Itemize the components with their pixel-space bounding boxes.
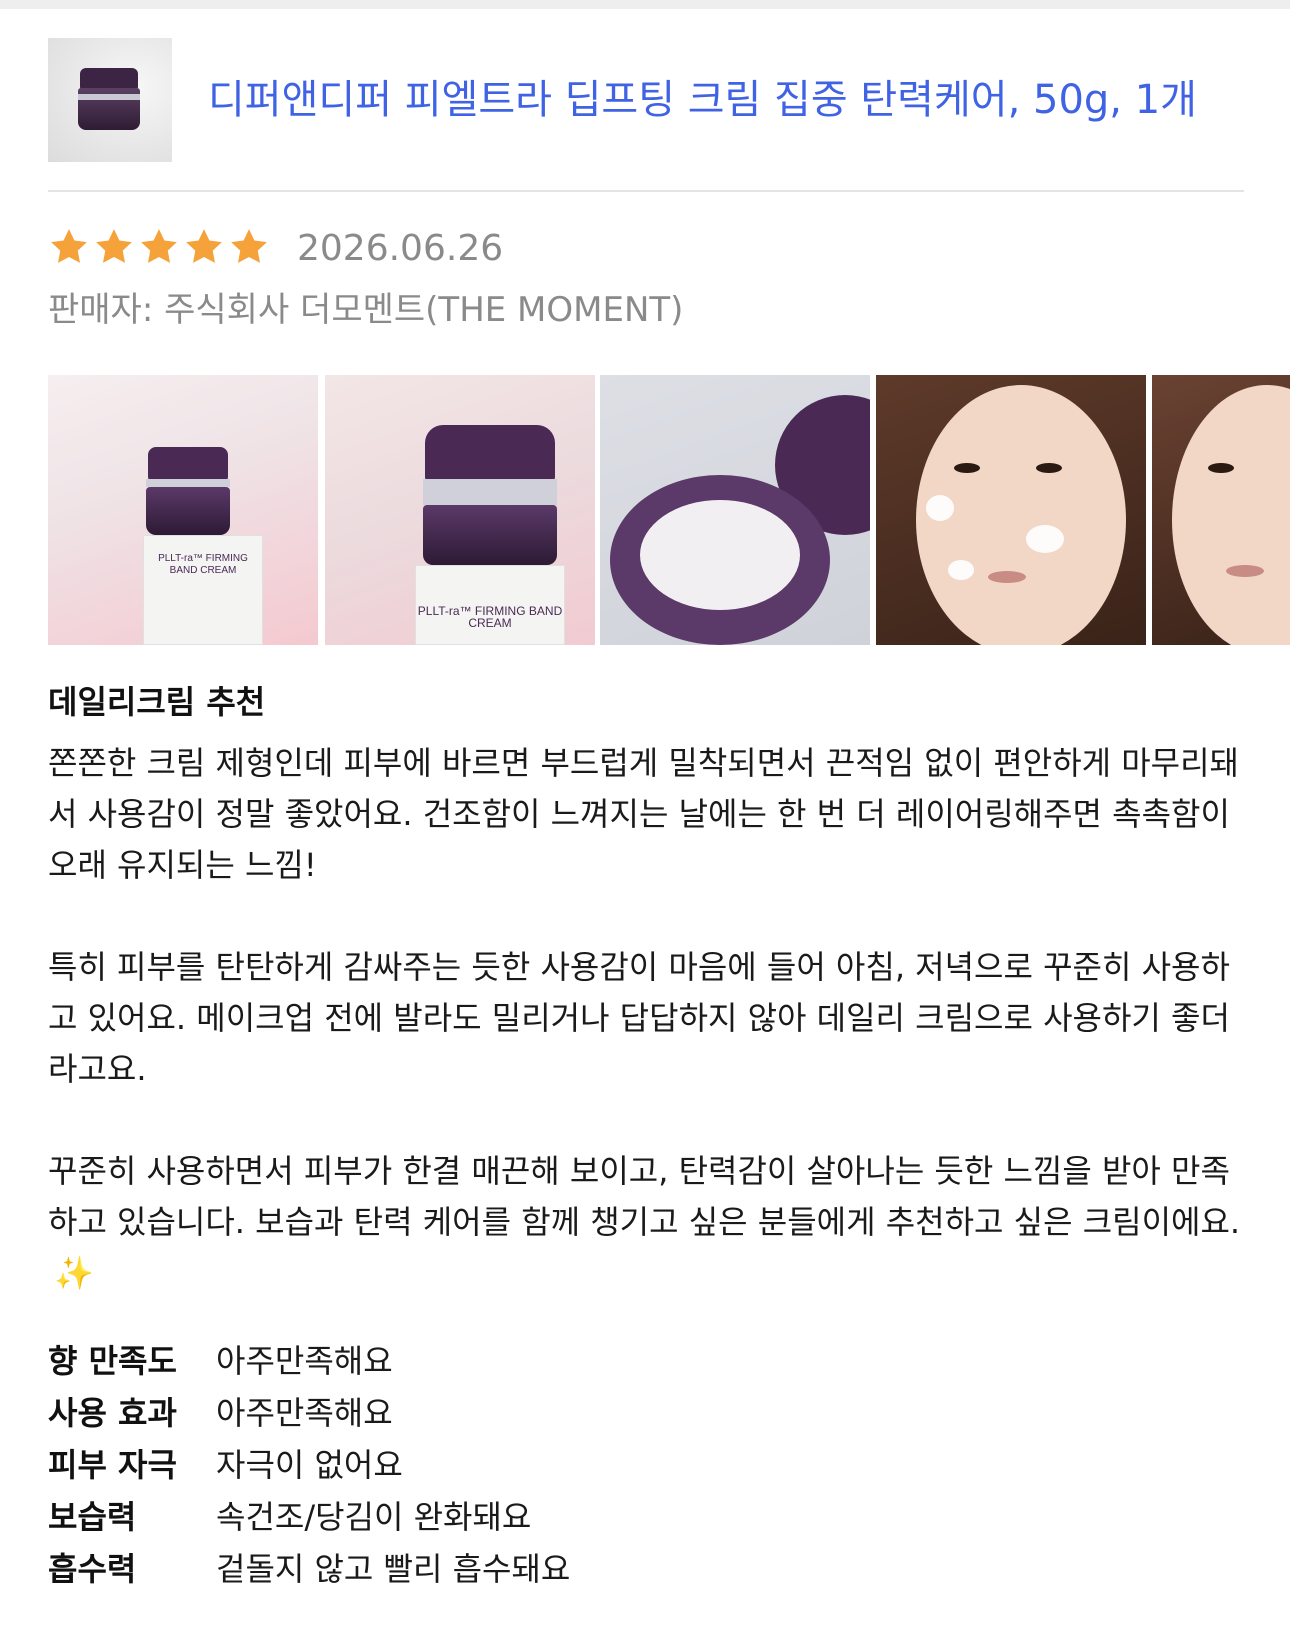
jar-body-shape — [146, 487, 230, 535]
cream-shape — [926, 495, 954, 521]
star-rating — [48, 226, 270, 272]
eye-shape — [1036, 463, 1062, 473]
review-photo-5[interactable] — [1152, 375, 1290, 645]
survey-row: 향 만족도 아주만족해요 — [48, 1333, 1244, 1385]
review-photo-1[interactable]: PLLT-ra™ FIRMING BAND CREAM — [48, 375, 318, 645]
review-photo-2[interactable]: PLLT-ra™ FIRMING BAND CREAM — [325, 375, 595, 645]
survey-list: 향 만족도 아주만족해요 사용 효과 아주만족해요 피부 자극 자극이 없어요 … — [48, 1333, 1244, 1593]
review-photo-4[interactable] — [876, 375, 1146, 645]
survey-row: 흡수력 겉돌지 않고 빨리 흡수돼요 — [48, 1541, 1244, 1593]
survey-answer: 아주만족해요 — [216, 1394, 393, 1432]
review-paragraph-text: 꾸준히 사용하면서 피부가 한결 매끈해 보이고, 탄력감이 살아나는 듯한 느… — [48, 1152, 1241, 1241]
review-date: 2026.06.26 — [297, 228, 504, 269]
survey-question: 흡수력 — [48, 1550, 137, 1588]
eye-shape — [954, 463, 980, 473]
star-icon — [93, 226, 135, 268]
survey-answer: 자극이 없어요 — [216, 1446, 403, 1484]
jar-band-shape — [78, 94, 140, 100]
jar-lid-shape — [148, 447, 228, 481]
survey-row: 보습력 속건조/당김이 완화돼요 — [48, 1489, 1244, 1541]
star-icon — [138, 226, 180, 268]
review-headline: 데일리크림 추천 — [48, 683, 266, 721]
survey-answer: 아주만족해요 — [216, 1342, 393, 1380]
star-icon — [183, 226, 225, 268]
review-photo-3[interactable] — [600, 375, 870, 645]
product-box-shape — [143, 535, 263, 645]
sparkle-icon: ✨ — [54, 1254, 94, 1292]
product-title-link[interactable]: 디퍼앤디퍼 피엘트라 딥프팅 크림 집중 탄력케어, 50g, 1개 — [208, 70, 1258, 130]
survey-answer: 겉돌지 않고 빨리 흡수돼요 — [216, 1550, 571, 1588]
product-thumbnail[interactable] — [48, 38, 172, 162]
seller-label: 판매자: — [48, 290, 154, 330]
survey-answer: 속건조/당김이 완화돼요 — [216, 1498, 532, 1536]
face-shape — [1172, 385, 1290, 645]
star-icon — [48, 226, 90, 268]
product-box-label: PLLT-ra™ FIRMING BAND CREAM — [417, 604, 563, 630]
star-icon — [228, 226, 270, 268]
jar-lid-shape — [425, 425, 555, 483]
cream-shape — [948, 560, 974, 580]
review-paragraph: 쫀쫀한 크림 제형인데 피부에 바르면 부드럽게 밀착되면서 끈적임 없이 편안… — [48, 744, 1240, 884]
cream-shape — [1026, 525, 1064, 553]
survey-question: 피부 자극 — [48, 1446, 177, 1484]
survey-row: 피부 자극 자극이 없어요 — [48, 1437, 1244, 1489]
survey-question: 사용 효과 — [48, 1394, 177, 1432]
lips-shape — [988, 571, 1026, 583]
product-box-label: PLLT-ra™ FIRMING BAND CREAM — [158, 553, 248, 576]
jar-band-shape — [423, 479, 557, 505]
survey-question: 보습력 — [48, 1498, 137, 1536]
jar-band-shape — [146, 479, 230, 487]
survey-question: 향 만족도 — [48, 1342, 177, 1380]
review-paragraph: 꾸준히 사용하면서 피부가 한결 매끈해 보이고, 탄력감이 살아나는 듯한 느… — [48, 1146, 1244, 1299]
survey-row: 사용 효과 아주만족해요 — [48, 1385, 1244, 1437]
eye-shape — [1208, 463, 1234, 473]
divider — [48, 190, 1244, 192]
review-paragraph: 특히 피부를 탄탄하게 감싸주는 듯한 사용감이 마음에 들어 아침, 저녁으로… — [48, 948, 1230, 1088]
seller-name: 주식회사 더모멘트(THE MOMENT) — [164, 290, 684, 330]
cream-shape — [640, 500, 800, 610]
lips-shape — [1226, 565, 1264, 577]
jar-lid-shape — [80, 68, 138, 90]
top-bar — [0, 0, 1290, 9]
seller-info: 판매자: 주식회사 더모멘트(THE MOMENT) — [48, 286, 683, 334]
jar-body-shape — [423, 505, 557, 565]
